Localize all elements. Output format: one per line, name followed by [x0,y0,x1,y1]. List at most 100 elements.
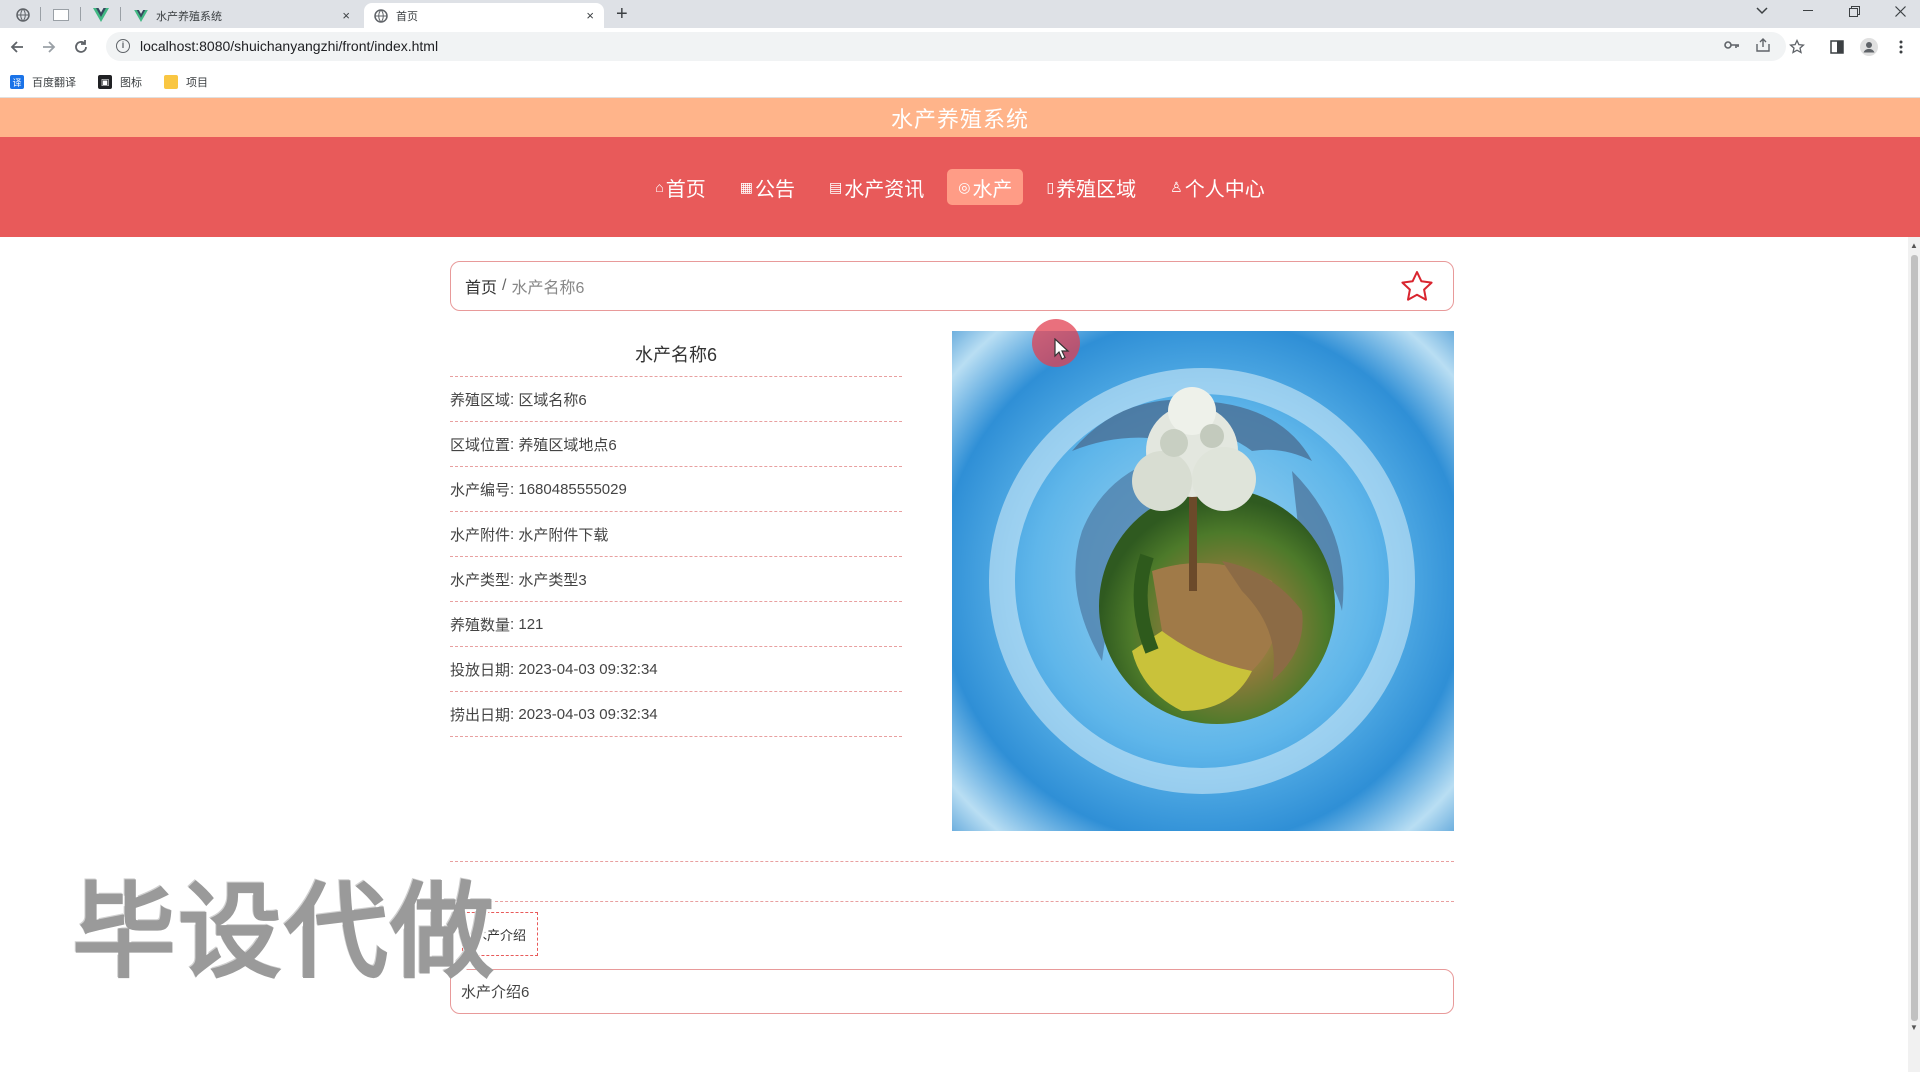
attachment-download-link[interactable]: 水产附件下载 [518,524,608,545]
tab-title: 水产养殖系统 [156,10,222,23]
nav-label: 水产资讯 [844,178,925,201]
more-menu-icon[interactable] [1890,36,1912,58]
mouse-cursor-icon [1054,338,1070,360]
divider [450,901,1454,902]
detail-row-harvest-date: 捞出日期: 2023-04-03 09:32:34 [450,692,902,737]
area-icon: ▯ [1046,178,1055,195]
nav-item-home[interactable]: ⌂ 首页 [644,169,716,205]
translate-icon: 译 [10,75,24,89]
share-icon[interactable] [1756,38,1770,55]
main-nav: ⌂ 首页 ▦ 公告 ▤ 水产资讯 ◎ 水产 ▯ 养殖区域 ♙ 个人中心 [0,137,1920,237]
bookmark-label: 图标 [120,77,142,89]
bookmark-projects[interactable]: 项目 [164,74,208,90]
favorite-star-icon[interactable] [1399,269,1435,305]
browser-toolbar: i localhost:8080/shuichanyangzhi/front/i… [0,28,1920,66]
detail-row-release-date: 投放日期: 2023-04-03 09:32:34 [450,647,902,692]
info-icon[interactable]: i [116,39,130,53]
nav-item-aquatic[interactable]: ◎ 水产 [947,169,1024,205]
forward-icon[interactable] [38,36,60,58]
new-tab-button[interactable]: + [616,3,628,25]
nav-item-area[interactable]: ▯ 养殖区域 [1035,169,1147,205]
detail-label: 水产类型 [450,571,511,589]
breadcrumb: 首页 / 水产名称6 [450,261,1454,311]
intro-content: 水产介绍6 [450,969,1454,1014]
breadcrumb-home-link[interactable]: 首页 [465,274,497,298]
detail-value: 2023-04-03 09:32:34 [518,705,658,723]
vue-icon [134,9,148,22]
fish-icon: ◎ [958,178,971,195]
nav-label: 个人中心 [1184,178,1265,201]
minimize-icon[interactable] [1788,0,1828,22]
page-scrollbar[interactable]: ▲ ▼ [1908,237,1920,1072]
bookmarks-bar: 译 百度翻译 ▣ 图标 项目 [0,66,1920,98]
detail-label: 养殖数量 [450,616,511,634]
detail-label: 养殖区域 [450,391,511,409]
restore-icon[interactable] [1834,0,1874,22]
scroll-down-icon[interactable]: ▼ [1910,1023,1918,1032]
home-icon: ⌂ [655,179,664,195]
tab-title: 首页 [396,10,418,23]
detail-value: 1680485555029 [518,480,627,498]
tab-aquaculture-system[interactable]: 水产养殖系统 × [124,3,360,28]
detail-row-number: 水产编号: 1680485555029 [450,467,902,512]
detail-label: 捞出日期 [450,706,511,724]
detail-label: 投放日期 [450,661,511,679]
scroll-up-icon[interactable]: ▲ [1910,241,1918,250]
browser-tab-bar: 水产养殖系统 × 首页 × + [0,0,1920,28]
nav-label: 水产 [972,178,1013,201]
close-icon[interactable]: × [586,8,594,23]
tab-search-icon[interactable] [1742,0,1782,22]
bookmark-baidu-translate[interactable]: 译 百度翻译 [10,74,76,90]
window-close-icon[interactable] [1880,0,1920,22]
detail-value: 2023-04-03 09:32:34 [518,660,658,678]
globe-icon[interactable] [12,3,34,27]
key-icon[interactable] [1724,38,1740,54]
detail-row-attachment: 水产附件: 水产附件下载 [450,512,902,557]
breadcrumb-current: 水产名称6 [511,280,585,297]
detail-value: 121 [518,615,544,633]
reload-icon[interactable] [70,36,92,58]
folder-icon [164,75,178,89]
nav-label: 首页 [665,178,706,201]
divider [450,861,1454,862]
bookmark-label: 项目 [186,77,208,89]
detail-label: 区域位置 [450,436,511,454]
side-panel-icon[interactable] [1826,36,1848,58]
breadcrumb-separator: / [502,277,507,294]
detail-title: 水产名称6 [450,332,902,377]
detail-value: 区域名称6 [518,391,587,409]
site-title: 水产养殖系统 [890,106,1029,132]
product-image [952,331,1454,831]
scrollbar-thumb[interactable] [1911,255,1918,1021]
profile-avatar-icon[interactable] [1858,36,1880,58]
detail-value: 水产类型3 [518,571,587,589]
user-icon: ♙ [1170,178,1183,195]
detail-row-quantity: 养殖数量: 121 [450,602,902,647]
site-header: 水产养殖系统 [0,98,1920,137]
image-icon: ▣ [98,75,112,89]
bookmark-star-icon[interactable] [1786,36,1808,58]
detail-label: 水产附件 [450,526,511,544]
vue-icon[interactable] [90,3,112,27]
detail-row-location: 区域位置: 养殖区域地点6 [450,422,902,467]
bookmark-icons[interactable]: ▣ 图标 [98,74,142,90]
detail-info: 水产名称6 养殖区域: 区域名称6 区域位置: 养殖区域地点6 水产编号: 16… [450,332,902,737]
close-icon[interactable]: × [342,8,350,23]
tab-home[interactable]: 首页 × [364,3,604,28]
back-icon[interactable] [6,36,28,58]
blank-page-icon[interactable] [50,3,72,27]
detail-row-type: 水产类型: 水产类型3 [450,557,902,602]
nav-label: 养殖区域 [1056,178,1137,201]
address-input[interactable]: i localhost:8080/shuichanyangzhi/front/i… [106,32,1786,61]
nav-item-news[interactable]: ▤ 水产资讯 [818,169,935,205]
detail-row-area: 养殖区域: 区域名称6 [450,377,902,422]
bookmark-label: 百度翻译 [32,77,76,89]
grid-icon: ▤ [828,178,843,195]
nav-item-notice[interactable]: ▦ 公告 [729,169,806,205]
detail-label: 水产编号 [450,481,511,499]
url-text: localhost:8080/shuichanyangzhi/front/ind… [140,38,439,54]
nav-item-profile[interactable]: ♙ 个人中心 [1159,169,1276,205]
watermark: 毕设代做 [72,871,497,993]
globe-icon [374,8,388,23]
detail-value: 养殖区域地点6 [518,436,617,454]
